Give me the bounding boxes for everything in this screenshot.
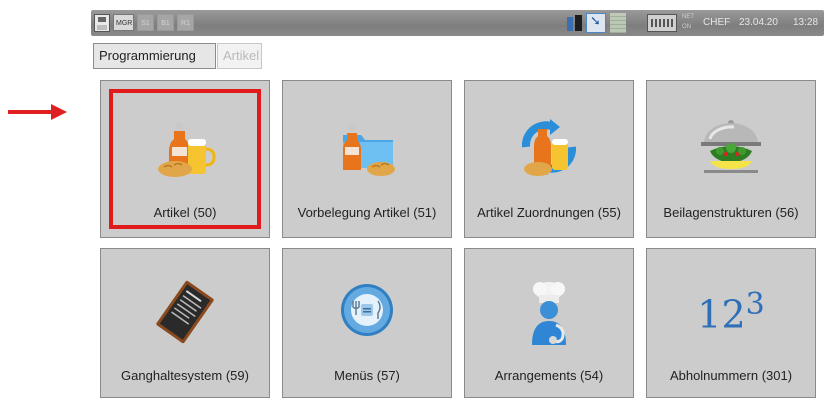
- arrow-head: [51, 104, 67, 120]
- date: 23.04.20: [739, 17, 778, 28]
- tile-vorbelegung-artikel[interactable]: Vorbelegung Artikel (51): [282, 80, 452, 238]
- tile-artikel[interactable]: Artikel (50): [100, 80, 270, 238]
- save-icon[interactable]: [94, 14, 110, 32]
- drink-cycle-icon: [521, 119, 577, 176]
- numbers-icon: 123: [697, 287, 764, 337]
- tile-beilagenstrukturen[interactable]: Beilagenstrukturen (56): [646, 80, 816, 238]
- tile-arrangements[interactable]: Arrangements (54): [464, 248, 634, 398]
- tile-label: Abholnummern (301): [669, 368, 793, 383]
- tile-label: Beilagenstrukturen (56): [663, 205, 799, 220]
- net-state: ON: [682, 24, 691, 30]
- drink-bread-icon: [158, 123, 216, 177]
- chef-icon: [532, 282, 566, 345]
- numbers-icon-sup: 3: [745, 287, 765, 322]
- tile-label: Arrangements (54): [494, 368, 604, 383]
- tile-abholnummern[interactable]: 123 Abholnummern (301): [646, 248, 816, 398]
- folder-drink-icon: [343, 125, 395, 176]
- cursor-icon[interactable]: [586, 13, 606, 33]
- tile-label: Vorbelegung Artikel (51): [297, 205, 437, 220]
- time: 13:28: [793, 17, 819, 28]
- network-devices-icon[interactable]: [566, 13, 584, 33]
- tile-menues[interactable]: Menüs (57): [282, 248, 452, 398]
- breadcrumb-artikel[interactable]: Artikel: [217, 43, 262, 69]
- breadcrumb-programmierung[interactable]: Programmierung: [93, 43, 216, 69]
- status-bar: MGR S1 B1 R1 NET ON CHEF 23.04.20 13:28: [91, 10, 824, 36]
- mode-button-mgr[interactable]: MGR: [113, 14, 134, 31]
- net-status: NET ON: [682, 12, 700, 32]
- tile-label: Artikel Zuordnungen (55): [477, 205, 621, 220]
- mode-button-r1[interactable]: R1: [177, 14, 194, 31]
- tile-artikel-zuordnungen[interactable]: Artikel Zuordnungen (55): [464, 80, 634, 238]
- keyboard-icon[interactable]: [647, 14, 677, 32]
- mode-button-b1[interactable]: B1: [157, 14, 174, 31]
- grid-icon[interactable]: [610, 13, 626, 33]
- tile-ganghaltesystem[interactable]: Ganghaltesystem (59): [100, 248, 270, 398]
- tile-label: Artikel (50): [153, 205, 217, 220]
- tile-label: Ganghaltesystem (59): [121, 368, 249, 383]
- arrow-shaft: [8, 110, 53, 114]
- menu-plate-icon: [341, 284, 393, 336]
- net-label: NET: [682, 14, 694, 20]
- user-name: CHEF: [703, 17, 731, 28]
- mode-button-s1[interactable]: S1: [137, 14, 154, 31]
- cloche-salad-icon: [701, 120, 761, 173]
- numbers-icon-base: 12: [697, 292, 746, 337]
- chalkboard-icon: [156, 280, 214, 344]
- tile-label: Menüs (57): [334, 368, 400, 383]
